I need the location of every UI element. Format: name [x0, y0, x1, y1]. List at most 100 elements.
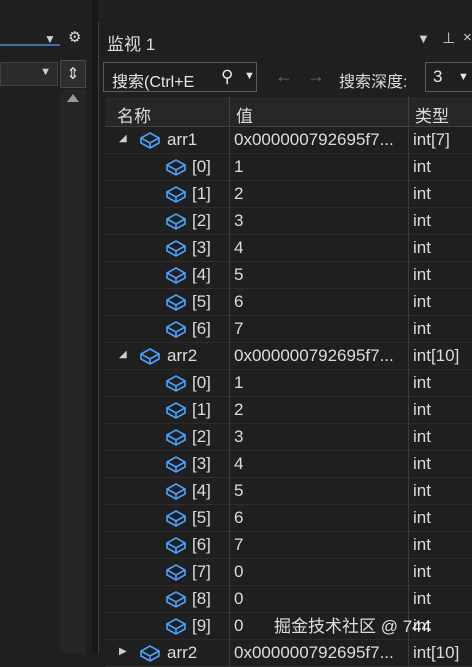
watch-grid: 名称 值 类型 ◢ arr1 0x000000792695f7... int[7] [0… — [105, 97, 472, 667]
variable-icon — [165, 266, 187, 284]
search-back-icon[interactable]: ← — [275, 66, 293, 87]
column-type[interactable]: 类型 — [415, 102, 449, 127]
column-line — [408, 126, 409, 667]
cell-type: int — [413, 535, 431, 554]
cell-value[interactable]: 6 — [234, 292, 406, 312]
depth-label: 搜索深度: — [339, 74, 408, 91]
cell-value[interactable]: 3 — [234, 211, 406, 231]
cell-type: int — [413, 238, 431, 257]
left-combo-box[interactable]: ▼ — [0, 62, 58, 86]
table-row[interactable]: [0] 1 int — [105, 370, 472, 397]
search-input[interactable]: 搜索(Ctrl+E ⚲ ▼ — [103, 62, 257, 92]
table-row[interactable]: [6] 7 int — [105, 532, 472, 559]
cell-name: [1] — [192, 184, 211, 203]
table-row[interactable]: [3] 4 int — [105, 235, 472, 262]
cell-value[interactable]: 7 — [234, 535, 406, 555]
column-divider[interactable] — [229, 97, 230, 126]
cell-name: [2] — [192, 427, 211, 446]
cell-value[interactable]: 0 — [234, 562, 406, 582]
gear-icon[interactable]: ⚙ — [68, 28, 81, 46]
cell-name: [3] — [192, 238, 211, 257]
cell-name: [7] — [192, 562, 211, 581]
table-row[interactable]: [8] 0 int — [105, 586, 472, 613]
chevron-down-icon[interactable]: ▼ — [40, 66, 51, 78]
table-row[interactable]: [7] 0 int — [105, 559, 472, 586]
cell-type: int — [413, 184, 431, 203]
left-pane: ▼ ⚙ ▼ ⇕ — [0, 0, 92, 653]
search-icon[interactable]: ⚲ — [221, 67, 233, 87]
table-row[interactable]: [4] 5 int — [105, 262, 472, 289]
grid-header: 名称 值 类型 — [105, 97, 472, 127]
cell-name: [0] — [192, 373, 211, 392]
watch-title: 监视 1 — [107, 35, 156, 54]
cell-type: int — [413, 481, 431, 500]
table-row[interactable]: [3] 4 int — [105, 451, 472, 478]
cell-name: [3] — [192, 454, 211, 473]
cell-type: int — [413, 427, 431, 446]
cell-type: int[10] — [413, 643, 460, 662]
table-row[interactable]: [4] 5 int — [105, 478, 472, 505]
column-name[interactable]: 名称 — [117, 102, 151, 127]
cell-value[interactable]: 0x000000792695f7... — [234, 130, 406, 150]
cell-name: [6] — [192, 319, 211, 338]
cell-type: int[10] — [413, 346, 460, 365]
table-row[interactable]: [0] 1 int — [105, 154, 472, 181]
depth-value: 3 — [433, 67, 443, 86]
cell-name: [4] — [192, 265, 211, 284]
variable-icon — [165, 293, 187, 311]
cell-value[interactable]: 5 — [234, 481, 406, 501]
cell-type: int — [413, 400, 431, 419]
column-divider[interactable] — [408, 97, 409, 126]
variable-icon — [165, 428, 187, 446]
split-icon[interactable]: ⇕ — [60, 60, 86, 88]
table-row[interactable]: ◢ arr1 0x000000792695f7... int[7] — [105, 127, 472, 154]
cell-value[interactable]: 7 — [234, 319, 406, 339]
collapse-icon[interactable]: ◢ — [119, 349, 127, 360]
pin-icon[interactable]: ⊥ — [442, 29, 455, 47]
table-row[interactable]: [5] 6 int — [105, 289, 472, 316]
table-row[interactable]: [1] 2 int — [105, 181, 472, 208]
close-icon[interactable]: × — [463, 29, 472, 46]
scroll-up-icon[interactable] — [67, 94, 79, 102]
table-row[interactable]: [2] 3 int — [105, 424, 472, 451]
cell-value[interactable]: 3 — [234, 427, 406, 447]
cell-value[interactable]: 2 — [234, 400, 406, 420]
variable-icon — [165, 239, 187, 257]
variable-icon — [165, 158, 187, 176]
cell-type: int — [413, 265, 431, 284]
cell-value[interactable]: 4 — [234, 454, 406, 474]
cell-type: int[7] — [413, 130, 450, 149]
table-row[interactable]: [6] 7 int — [105, 316, 472, 343]
cell-type: int — [413, 508, 431, 527]
cell-name: arr1 — [167, 130, 198, 149]
cell-value[interactable]: 6 — [234, 508, 406, 528]
search-placeholder: 搜索(Ctrl+E — [112, 74, 195, 91]
column-line — [229, 126, 230, 667]
expand-icon[interactable]: ▶ — [119, 646, 127, 657]
cell-value[interactable]: 0 — [234, 589, 406, 609]
cell-name: [2] — [192, 211, 211, 230]
table-row[interactable]: [5] 6 int — [105, 505, 472, 532]
table-row[interactable]: [1] 2 int — [105, 397, 472, 424]
cell-value[interactable]: 1 — [234, 157, 406, 177]
cell-value[interactable]: 4 — [234, 238, 406, 258]
cell-name: [6] — [192, 535, 211, 554]
search-forward-icon[interactable]: → — [307, 66, 325, 87]
cell-value[interactable]: 0x000000792695f7... — [234, 643, 406, 663]
column-value[interactable]: 值 — [236, 102, 253, 127]
window-position-icon[interactable]: ▼ — [417, 31, 430, 46]
left-scrollbar[interactable] — [60, 90, 86, 653]
cell-value[interactable]: 0x000000792695f7... — [234, 346, 406, 366]
cell-value[interactable]: 5 — [234, 265, 406, 285]
table-row[interactable]: ▶ arr2 0x000000792695f7... int[10] — [105, 640, 472, 667]
table-row[interactable]: [2] 3 int — [105, 208, 472, 235]
depth-select[interactable]: 3 ▼ — [425, 62, 472, 92]
cell-value[interactable]: 1 — [234, 373, 406, 393]
cell-name: arr2 — [167, 643, 198, 662]
cell-type: int — [413, 292, 431, 311]
chevron-down-icon[interactable]: ▼ — [458, 71, 469, 83]
table-row[interactable]: ◢ arr2 0x000000792695f7... int[10] — [105, 343, 472, 370]
cell-value[interactable]: 2 — [234, 184, 406, 204]
search-options-icon[interactable]: ▼ — [244, 70, 255, 82]
collapse-icon[interactable]: ◢ — [119, 133, 127, 144]
